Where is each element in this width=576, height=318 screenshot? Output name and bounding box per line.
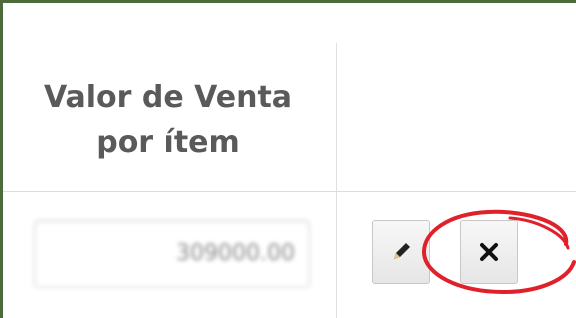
column-divider <box>336 43 337 318</box>
highlight-circle <box>421 209 576 295</box>
header-row-divider <box>3 191 576 192</box>
header-line-1: Valor de Venta <box>43 80 293 115</box>
column-header-valor-venta: Valor de Venta por ítem <box>15 75 321 165</box>
pencil-icon <box>388 239 414 265</box>
sale-value-field[interactable]: 309000.00 <box>34 220 310 288</box>
header-line-2: por ítem <box>96 125 240 160</box>
